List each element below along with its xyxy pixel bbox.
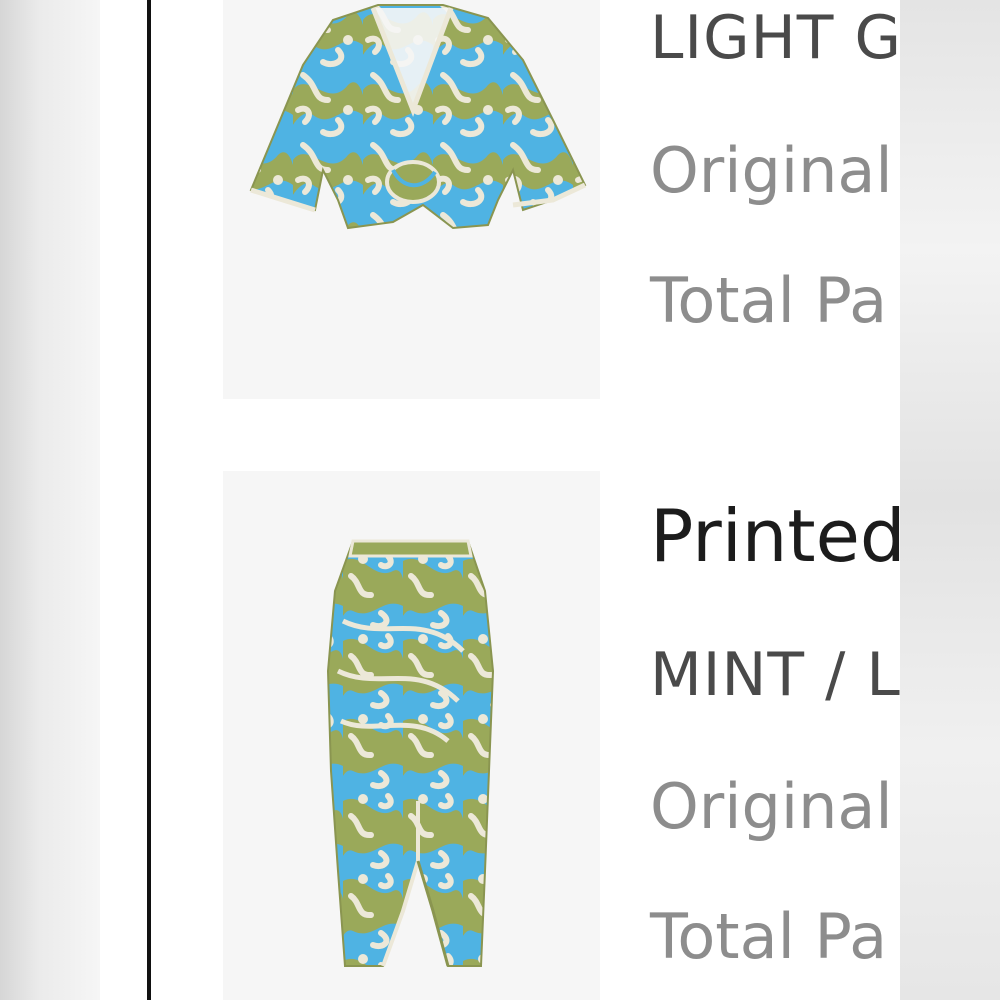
item-1-total-label: Total Pa [650, 264, 888, 337]
item-2-thumbnail[interactable] [223, 471, 600, 1000]
left-blur-margin [0, 0, 100, 1000]
item-2-name[interactable]: Printed [650, 500, 900, 572]
right-blur-margin [900, 0, 1000, 1000]
midi-wrap-skirt-image [326, 539, 495, 967]
item-2-color: MINT / L [650, 640, 900, 710]
order-items-screen: LIGHT G Original Total Pa Printed MINT /… [100, 0, 900, 1000]
item-1-original-price-label: Original [650, 134, 893, 207]
item-1-thumbnail[interactable] [223, 0, 600, 399]
item-2-total-label: Total Pa [650, 900, 888, 973]
item-1-color: LIGHT G [650, 3, 900, 73]
left-divider-line [147, 0, 151, 1000]
cropped-wrap-top-image [249, 4, 587, 230]
item-2-original-price-label: Original [650, 770, 893, 843]
